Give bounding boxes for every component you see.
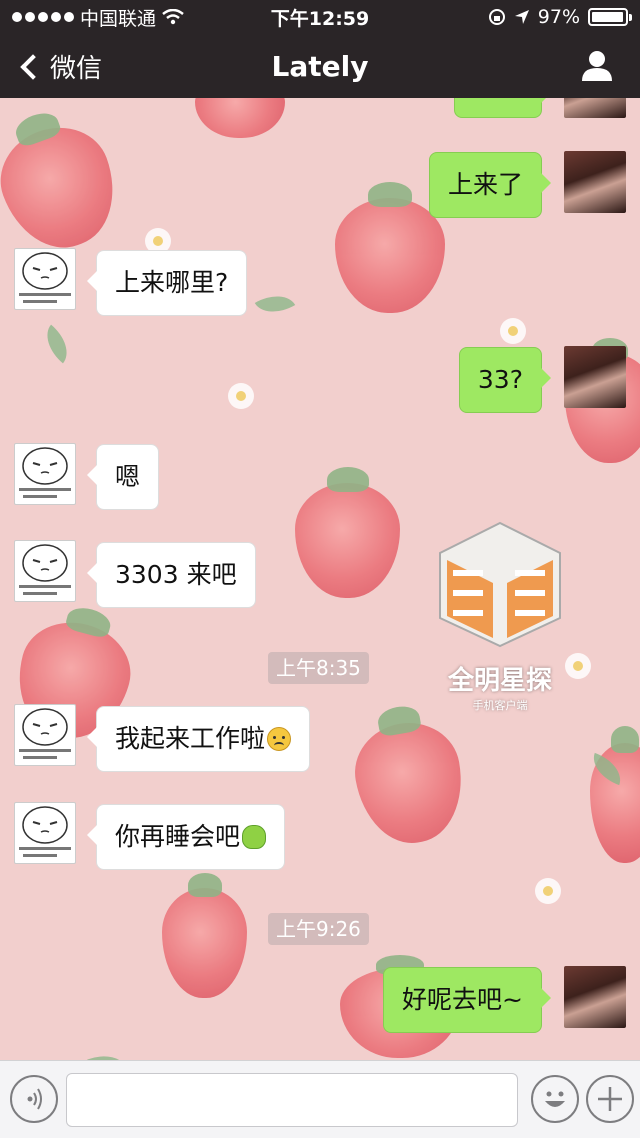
message-text: 我起来工作啦 <box>115 724 266 753</box>
battery-fill <box>592 12 624 22</box>
nav-bar: 微信 Lately <box>0 34 640 98</box>
message-bubble-partial[interactable] <box>454 98 551 118</box>
flower-decor <box>565 653 591 679</box>
watermark-logo: 全明星探 手机客户端 <box>432 518 568 713</box>
avatar-contact[interactable] <box>14 802 76 864</box>
green-bun-icon <box>242 825 267 849</box>
carrier-label: 中国联通 <box>80 7 157 30</box>
message-text: 上来哪里? <box>115 268 229 297</box>
strawberry-decor <box>295 466 400 598</box>
timestamp: 上午8:35 <box>268 652 369 684</box>
message-bubble[interactable]: 好呢去吧~ <box>383 967 551 1033</box>
avatar-contact[interactable] <box>14 540 76 602</box>
message-bubble[interactable]: 上来哪里? <box>86 250 248 316</box>
voice-wave-icon <box>27 1088 42 1110</box>
avatar-contact[interactable] <box>14 443 76 505</box>
message-text: 好呢去吧~ <box>402 985 523 1014</box>
input-bar <box>0 1060 640 1138</box>
leaf-decor <box>36 324 78 364</box>
cube-logo-icon <box>439 521 561 648</box>
message-bubble[interactable]: 嗯 <box>86 444 160 510</box>
strawberry-decor <box>162 872 247 998</box>
avatar-contact[interactable] <box>14 704 76 766</box>
avatar-contact[interactable] <box>14 248 76 310</box>
avatar-self[interactable] <box>564 966 626 1028</box>
status-right: 97% <box>488 6 632 28</box>
status-bar: 中国联通 下午12:59 97% <box>0 0 640 34</box>
panda-face-icon <box>19 806 71 857</box>
message-text: 你再睡会吧 <box>115 822 241 851</box>
panda-face-icon <box>19 708 71 759</box>
message-input[interactable] <box>66 1073 518 1127</box>
strawberry-decor <box>0 112 132 264</box>
watermark-subtitle: 手机客户端 <box>472 699 528 712</box>
strawberry-decor <box>335 181 445 313</box>
voice-button[interactable] <box>10 1075 58 1123</box>
rotation-lock-icon <box>488 9 505 25</box>
panda-face-icon <box>19 447 71 498</box>
smiley-icon <box>545 1091 565 1107</box>
wifi-icon <box>162 9 184 25</box>
flower-decor <box>535 878 561 904</box>
panda-face-icon <box>19 544 71 595</box>
leaf-decor <box>87 1047 127 1060</box>
message-bubble[interactable]: 3303 来吧 <box>87 542 256 608</box>
chat-area[interactable]: 上来了 上来哪里? 33? 嗯 3303 来吧 全明星探 手机客户端 上午8:3… <box>0 98 640 1060</box>
location-arrow-icon <box>514 10 529 24</box>
message-text: 嗯 <box>115 462 141 491</box>
message-text: 33? <box>477 365 523 394</box>
strawberry-decor <box>195 98 285 138</box>
avatar-self[interactable] <box>564 98 626 118</box>
contact-info-icon[interactable] <box>580 48 614 82</box>
leaf-decor <box>254 285 296 323</box>
battery-percent: 97% <box>537 6 580 28</box>
flower-decor <box>228 383 254 409</box>
message-text: 上来了 <box>447 170 523 199</box>
emoji-button[interactable] <box>531 1075 579 1123</box>
signal-dots-icon <box>12 12 74 22</box>
battery-icon <box>588 8 632 26</box>
timestamp: 上午9:26 <box>268 913 369 945</box>
status-left: 中国联通 <box>12 4 184 31</box>
avatar-self[interactable] <box>564 151 626 213</box>
message-bubble[interactable]: 我起来工作啦 <box>86 706 311 772</box>
flower-decor <box>500 318 526 344</box>
watermark-title: 全明星探 <box>447 666 552 696</box>
avatar-self[interactable] <box>564 346 626 408</box>
plus-icon <box>598 1087 622 1111</box>
chat-title: Lately <box>271 50 369 83</box>
more-button[interactable] <box>586 1075 634 1123</box>
message-bubble[interactable]: 33? <box>458 347 552 413</box>
message-bubble[interactable]: 你再睡会吧 <box>86 804 286 870</box>
message-text: 3303 来吧 <box>115 560 237 589</box>
sad-face-icon <box>267 727 292 751</box>
message-bubble[interactable]: 上来了 <box>428 152 552 218</box>
strawberry-decor <box>347 714 472 852</box>
panda-face-icon <box>19 252 71 303</box>
